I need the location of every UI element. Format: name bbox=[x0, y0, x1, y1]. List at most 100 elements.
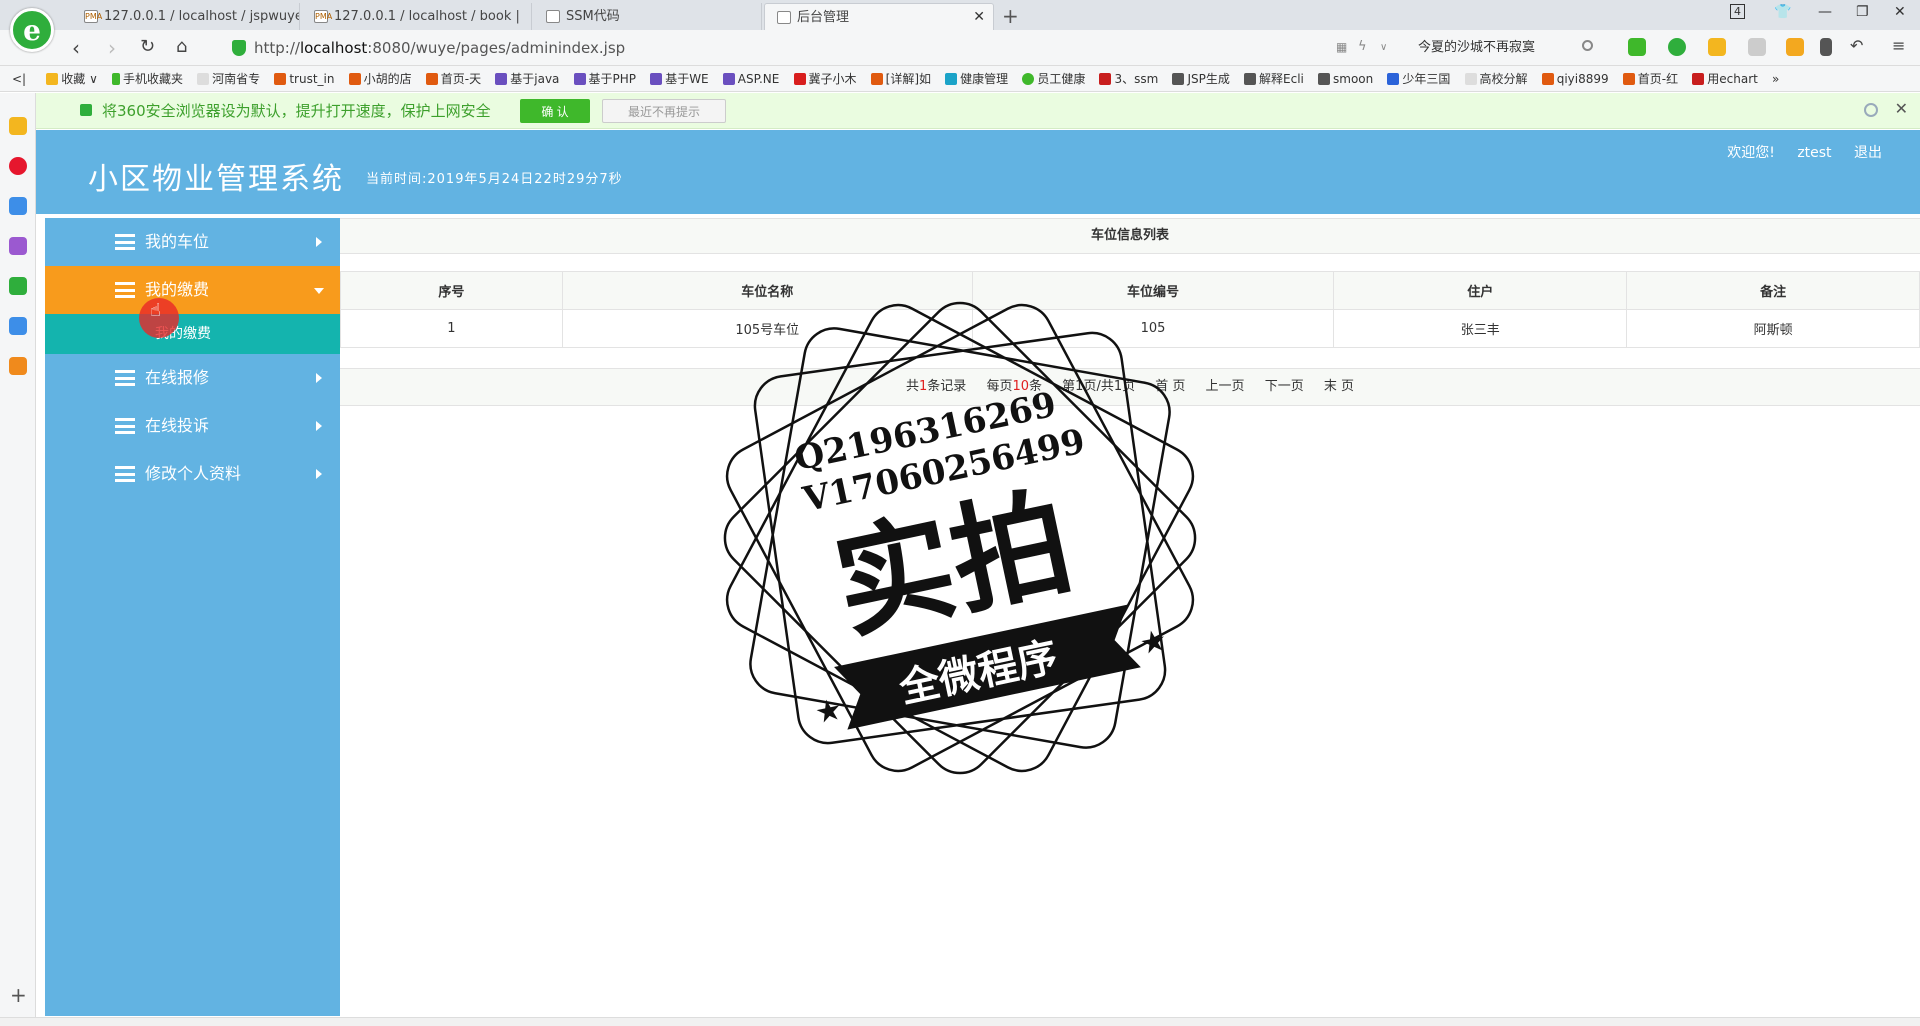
new-tab-plus-icon[interactable]: + bbox=[1002, 4, 1019, 28]
bookmark-item[interactable]: 收藏 ∨ bbox=[46, 66, 98, 91]
baidu-icon bbox=[1387, 73, 1400, 85]
browser-logo-icon[interactable]: e bbox=[10, 8, 54, 52]
table-cell: 1 bbox=[340, 309, 563, 348]
bookmark-item[interactable]: 小胡的店 bbox=[348, 66, 412, 91]
gear-icon[interactable] bbox=[1864, 103, 1878, 117]
scissors-icon[interactable] bbox=[1628, 38, 1646, 56]
bookmark-item[interactable]: 基于WE bbox=[650, 66, 709, 91]
bookmark-item[interactable]: trust_in bbox=[274, 66, 334, 91]
bookmark-item[interactable]: 冀子小木 bbox=[793, 66, 857, 91]
browser-tab-3[interactable]: SSM代码 bbox=[534, 3, 762, 30]
url-field[interactable]: http://localhost:8080/wuye/pages/adminin… bbox=[226, 35, 1396, 61]
qr-code-icon[interactable]: ▦ bbox=[1336, 40, 1347, 54]
close-icon[interactable]: ✕ bbox=[973, 4, 985, 30]
lock-icon bbox=[80, 104, 92, 116]
url-host: localhost bbox=[299, 39, 368, 57]
bookmark-item[interactable]: 解释Ecli bbox=[1244, 66, 1304, 91]
prev-page-link[interactable]: 上一页 bbox=[1206, 379, 1245, 394]
taobao-icon bbox=[348, 73, 361, 85]
bookmark-item[interactable]: 3、ssm bbox=[1099, 66, 1158, 91]
bookmark-item[interactable]: JSP生成 bbox=[1172, 66, 1230, 91]
video-icon[interactable] bbox=[9, 277, 27, 295]
logout-link[interactable]: 退出 bbox=[1854, 145, 1882, 161]
sidebar-item-online-repair[interactable]: 在线报修 bbox=[45, 354, 340, 402]
emoji-icon[interactable] bbox=[1748, 38, 1766, 56]
bookmark-item[interactable]: 首页-天 bbox=[425, 66, 481, 91]
minimize-icon[interactable]: — bbox=[1818, 4, 1832, 20]
submenu-item-my-payment[interactable]: 我的缴费 bbox=[45, 314, 340, 354]
last-page-link[interactable]: 末 页 bbox=[1324, 379, 1354, 394]
parking-table: 序号 车位名称 车位编号 住户 备注 1 105号车位 105 张三丰 阿斯顿 bbox=[340, 271, 1920, 348]
mail-icon[interactable] bbox=[9, 197, 27, 215]
bookmark-item[interactable]: qiyi8899 bbox=[1541, 66, 1609, 91]
restore-icon[interactable]: ❐ bbox=[1856, 4, 1869, 20]
browser-tab-2[interactable]: PMA 127.0.0.1 / localhost / book | bbox=[302, 3, 532, 30]
table-cell: 阿斯顿 bbox=[1626, 309, 1920, 348]
security-shield-icon bbox=[232, 40, 246, 56]
bird-icon bbox=[1244, 73, 1257, 85]
shield-extension-icon[interactable] bbox=[1708, 38, 1726, 56]
search-input[interactable]: 今夏的沙城不再寂寞 bbox=[1408, 35, 1598, 61]
hand-cursor-icon: ☝ bbox=[150, 300, 161, 321]
forward-icon[interactable]: › bbox=[108, 36, 116, 60]
browser-tab-4[interactable]: 后台管理 ✕ bbox=[764, 3, 994, 30]
undo-icon[interactable]: ↶ bbox=[1850, 36, 1863, 55]
bookmark-item[interactable]: 高校分解 bbox=[1464, 66, 1528, 91]
table-cell: 105号车位 bbox=[561, 309, 973, 348]
table-cell: 张三丰 bbox=[1333, 309, 1628, 348]
next-page-link[interactable]: 下一页 bbox=[1265, 379, 1304, 394]
menu-icon[interactable]: ≡ bbox=[1892, 36, 1905, 55]
table-row: 1 105号车位 105 张三丰 阿斯顿 bbox=[340, 309, 1920, 348]
reload-icon[interactable]: ↻ bbox=[140, 36, 155, 57]
record-count: 共1条记录 bbox=[906, 379, 967, 394]
star-icon bbox=[46, 73, 59, 85]
header-user-links: 欢迎您! ztest 退出 bbox=[1709, 142, 1882, 162]
dont-remind-button[interactable]: 最近不再提示 bbox=[602, 99, 726, 123]
bookmark-item[interactable]: [详解]如 bbox=[870, 66, 931, 91]
bookmark-item[interactable]: 健康管理 bbox=[945, 66, 1008, 91]
username-link[interactable]: ztest bbox=[1797, 145, 1831, 161]
bookmark-item[interactable]: 手机收藏夹 bbox=[112, 66, 183, 91]
phone-icon[interactable] bbox=[1820, 38, 1832, 56]
translate-icon[interactable] bbox=[1668, 38, 1686, 56]
bookmark-item[interactable]: smoon bbox=[1318, 66, 1373, 91]
close-window-icon[interactable]: ✕ bbox=[1894, 4, 1906, 20]
notebook-icon[interactable] bbox=[9, 357, 27, 375]
favorites-star-icon[interactable] bbox=[9, 117, 27, 135]
bookmark-item[interactable]: 少年三国 bbox=[1387, 66, 1450, 91]
chevron-down-icon[interactable]: ∨ bbox=[1380, 42, 1387, 53]
search-icon[interactable] bbox=[1582, 40, 1593, 51]
bookmark-item[interactable]: 用echart bbox=[1692, 66, 1758, 91]
sidebar-item-my-parking[interactable]: 我的车位 bbox=[45, 218, 340, 266]
back-icon[interactable]: ‹ bbox=[72, 36, 80, 60]
sidebar-item-online-complaint[interactable]: 在线投诉 bbox=[45, 402, 340, 450]
add-icon[interactable]: + bbox=[10, 983, 27, 1007]
page-icon bbox=[1464, 73, 1477, 85]
sidebar-item-edit-profile[interactable]: 修改个人资料 bbox=[45, 450, 340, 498]
tab-title: 127.0.0.1 / localhost / jspwuye bbox=[104, 9, 300, 24]
home-icon[interactable]: ⌂ bbox=[176, 36, 187, 57]
bookmark-item[interactable]: 基于java bbox=[495, 66, 559, 91]
bookmark-item[interactable]: 员工健康 bbox=[1022, 66, 1085, 91]
document-icon[interactable] bbox=[9, 317, 27, 335]
tab-count-badge[interactable]: 4 bbox=[1730, 4, 1745, 19]
comic-icon[interactable] bbox=[9, 237, 27, 255]
bookmark-item[interactable]: 基于PHP bbox=[573, 66, 636, 91]
chevron-right-icon bbox=[316, 421, 322, 431]
apps-grid-icon[interactable] bbox=[1786, 38, 1804, 56]
sidebar-item-my-payment[interactable]: 我的缴费 bbox=[45, 266, 340, 314]
confirm-button[interactable]: 确 认 bbox=[520, 99, 590, 123]
close-icon[interactable]: ✕ bbox=[1895, 99, 1908, 118]
more-bookmarks-icon[interactable]: » bbox=[1772, 66, 1779, 91]
browser-tab-1[interactable]: PMA 127.0.0.1 / localhost / jspwuye bbox=[72, 3, 300, 30]
bookmark-item[interactable]: 首页-红 bbox=[1622, 66, 1678, 91]
weibo-icon[interactable] bbox=[9, 157, 27, 175]
bookmark-item[interactable]: ASP.NE bbox=[722, 66, 779, 91]
shirt-icon[interactable]: 👕 bbox=[1774, 4, 1791, 20]
lightning-icon[interactable]: ϟ bbox=[1358, 39, 1367, 54]
bookmarks-collapse-icon[interactable]: <| bbox=[12, 66, 26, 91]
menu-stack-icon bbox=[115, 234, 135, 250]
url-path: :8080/wuye/pages/adminindex.jsp bbox=[367, 39, 626, 57]
first-page-link[interactable]: 首 页 bbox=[1155, 379, 1185, 394]
bookmark-item[interactable]: 河南省专 bbox=[197, 66, 260, 91]
